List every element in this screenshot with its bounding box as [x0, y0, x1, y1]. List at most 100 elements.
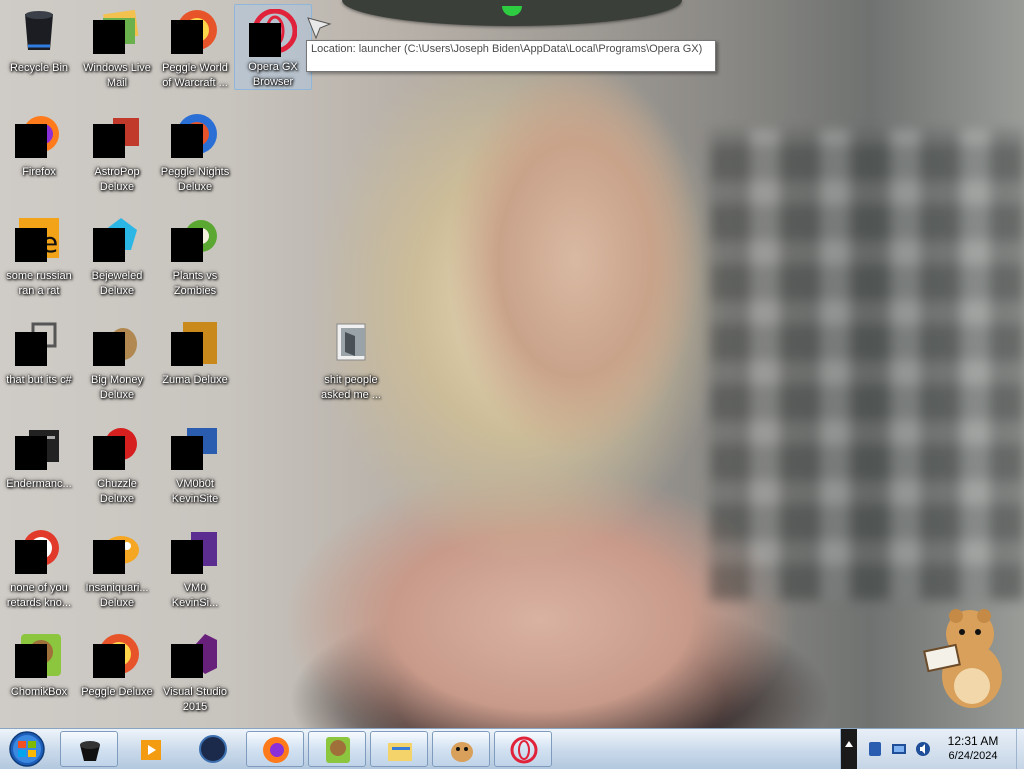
chuzzle-icon	[93, 422, 141, 470]
desktop-icon-vm0-kevinsite[interactable]: VM0 KevinSi...	[156, 522, 234, 618]
icon-label: Endermanc...	[6, 478, 72, 490]
opera-icon	[249, 8, 298, 57]
vm-icon	[171, 422, 219, 470]
icon-label: VM0b0t KevinSite	[171, 478, 219, 505]
icon-label: shit people asked me ...	[321, 374, 381, 401]
clock[interactable]: 12:31 AM 6/24/2024	[930, 733, 1016, 764]
desktop-icon-chomikbox[interactable]: ChomikBox	[0, 626, 78, 722]
icon-label: Windows Live Mail	[83, 62, 151, 89]
desktop-icon-windows-live-mail[interactable]: Windows Live Mail	[78, 2, 156, 98]
taskbar-button-opera[interactable]	[494, 731, 552, 767]
globe-icon	[199, 735, 227, 763]
big-money-icon	[93, 318, 141, 366]
desktop-icon-none-of-you[interactable]: none of you retards kno...	[0, 522, 78, 618]
network-icon[interactable]	[891, 741, 907, 757]
chomikbox-icon	[326, 737, 350, 763]
icon-label: Recycle Bin	[9, 62, 69, 74]
firefox-icon	[263, 737, 289, 763]
desktop-icon-bejeweled[interactable]: Bejeweled Deluxe	[78, 210, 156, 306]
media-player-icon	[141, 740, 161, 760]
firefox-icon	[15, 110, 63, 158]
taskbar-button-chomikbox[interactable]	[308, 731, 366, 767]
app-icon: e	[15, 214, 63, 262]
icon-label: some russian ran a rat	[6, 270, 72, 297]
desktop-icon-chuzzle[interactable]: Chuzzle Deluxe	[78, 418, 156, 514]
taskbar-button-recycle-bin[interactable]	[60, 731, 118, 767]
icon-label: none of you retards kno...	[6, 582, 72, 609]
shortcut-icon	[15, 318, 63, 366]
icon-label: Plants vs Zombies	[172, 270, 218, 297]
icon-label: ChomikBox	[10, 686, 68, 698]
bejeweled-icon	[93, 214, 141, 262]
icon-label: Zuma Deluxe	[162, 374, 228, 386]
desktop-background[interactable]: Recycle Bin Firefox e some russian ran a…	[0, 0, 1024, 728]
icon-label: Chuzzle Deluxe	[97, 478, 137, 505]
recycle-bin-icon	[80, 741, 100, 761]
desktop-icon-some-russian[interactable]: e some russian ran a rat	[0, 210, 78, 306]
peggle-icon	[171, 6, 219, 54]
start-button[interactable]	[4, 730, 50, 768]
desktop-icon-big-money[interactable]: Big Money Deluxe	[78, 314, 156, 410]
location-tooltip: Location: launcher (C:\Users\Joseph Bide…	[306, 40, 716, 72]
desktop-icon-astropop[interactable]: AstroPop Deluxe	[78, 106, 156, 202]
taskbar-button-hamster[interactable]	[432, 731, 490, 767]
icon-label: that but its c#	[6, 374, 72, 386]
desktop-icon-endermanc[interactable]: Endermanc...	[0, 418, 78, 514]
peggle-nights-icon	[171, 110, 219, 158]
icon-label: Insaniquari... Deluxe	[85, 582, 149, 609]
taskbar-button-globe[interactable]	[184, 731, 242, 767]
chomikbox-icon	[15, 630, 63, 678]
desktop-icon-insaniquarium[interactable]: Insaniquari... Deluxe	[78, 522, 156, 618]
show-desktop-button[interactable]	[1016, 729, 1024, 769]
taskbar-button-explorer[interactable]	[370, 731, 428, 767]
desktop-icon-peggle-deluxe[interactable]: Peggle Deluxe	[78, 626, 156, 722]
icon-label: Peggle Nights Deluxe	[160, 166, 230, 193]
icon-label: Big Money Deluxe	[91, 374, 143, 401]
desktop-icon-recycle-bin[interactable]: Recycle Bin	[0, 2, 78, 98]
windows-start-icon	[9, 731, 45, 767]
folder-icon	[327, 318, 375, 366]
hamster-gadget-icon[interactable]	[922, 604, 1008, 710]
icon-label: Firefox	[22, 166, 56, 178]
recycle-bin-icon	[15, 6, 63, 54]
desktop-icon-visual-studio[interactable]: Visual Studio 2015	[156, 626, 234, 722]
peggle-icon	[93, 630, 141, 678]
vm-icon	[171, 526, 219, 574]
desktop-icon-opera-gx[interactable]: Opera GX Browser	[234, 4, 312, 90]
tray-overflow-button[interactable]	[841, 729, 857, 769]
insaniquarium-icon	[93, 526, 141, 574]
desktop-icon-firefox[interactable]: Firefox	[0, 106, 78, 202]
desktop-icon-peggle-world-of-warcraft[interactable]: Peggle World of Warcraft ...	[156, 2, 234, 98]
desktop-icon-shit-people-asked[interactable]: shit people asked me ...	[312, 314, 390, 410]
taskbar-button-media-player[interactable]	[122, 731, 180, 767]
icon-label: VM0 KevinSi...	[171, 582, 219, 609]
visual-studio-icon	[171, 630, 219, 678]
taskbar: 12:31 AM 6/24/2024	[0, 728, 1024, 769]
zuma-icon	[171, 318, 219, 366]
volume-icon[interactable]	[915, 741, 931, 757]
clock-time: 12:31 AM	[947, 734, 999, 748]
desktop-icon-zuma[interactable]: Zuma Deluxe	[156, 314, 234, 410]
gadget-indicator-icon	[502, 6, 522, 16]
icon-label: Opera GX Browser	[248, 61, 298, 88]
plants-vs-zombies-icon	[171, 214, 219, 262]
mail-icon	[93, 6, 141, 54]
icon-label: AstroPop Deluxe	[94, 166, 140, 193]
bluetooth-icon[interactable]	[867, 741, 883, 757]
desktop-icon-peggle-nights[interactable]: Peggle Nights Deluxe	[156, 106, 234, 202]
astropop-icon	[93, 110, 141, 158]
clock-date: 6/24/2024	[948, 750, 998, 762]
window-icon	[15, 422, 63, 470]
hamster-icon	[451, 742, 473, 762]
desktop-icon-plants-vs-zombies[interactable]: Plants vs Zombies	[156, 210, 234, 306]
icon-label: Peggle World of Warcraft ...	[162, 62, 228, 89]
desktop-icon-that-but-csharp[interactable]: that but its c#	[0, 314, 78, 410]
icon-label: Peggle Deluxe	[81, 686, 153, 698]
icon-label: Bejeweled Deluxe	[91, 270, 143, 297]
mouse-cursor-icon	[307, 17, 332, 40]
app-icon	[15, 526, 63, 574]
chevron-up-icon	[845, 741, 853, 747]
taskbar-button-firefox[interactable]	[246, 731, 304, 767]
icon-label: Visual Studio 2015	[162, 686, 227, 713]
desktop-icon-vm0b0t[interactable]: VM0b0t KevinSite	[156, 418, 234, 514]
